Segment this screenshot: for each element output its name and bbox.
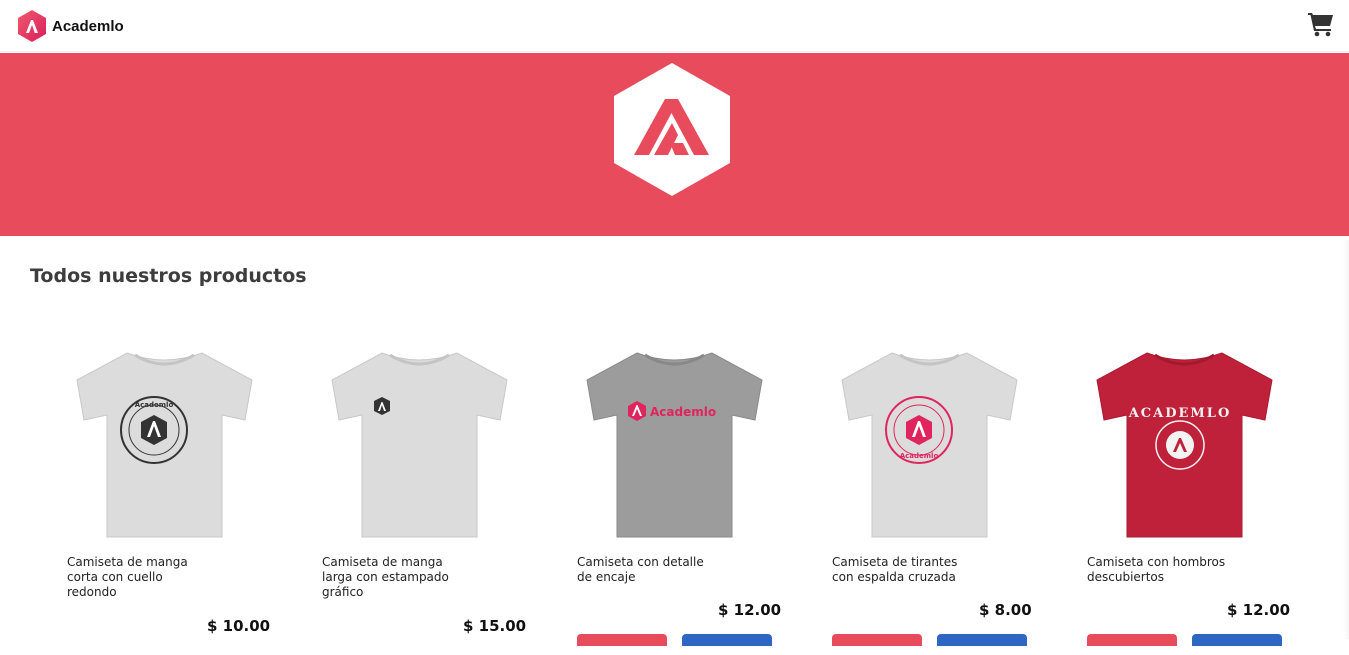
svg-text:Academlo: Academlo	[900, 452, 939, 460]
product-image[interactable]: Academlo	[577, 345, 772, 540]
product-price: $ 15.00	[463, 617, 527, 635]
product-name: Camiseta de tirantes con espalda cruzada	[832, 555, 958, 584]
brand-link[interactable]: Academlo	[18, 10, 124, 42]
product-price: $ 10.00	[207, 617, 271, 635]
svg-text:Academlo: Academlo	[135, 401, 174, 409]
product-card[interactable]: ACADEMLO Camiseta con hombros descubiert…	[1087, 335, 1302, 655]
product-card[interactable]: Academlo Camiseta de tirantes con espald…	[832, 335, 1047, 655]
section-title: Todos nuestros productos	[30, 265, 307, 287]
academlo-hexagon-logo-icon	[612, 63, 732, 196]
svg-text:Academlo: Academlo	[650, 405, 716, 419]
product-name: Camiseta con hombros descubiertos	[1087, 555, 1226, 584]
product-name: Camiseta de manga corta con cuello redon…	[67, 555, 188, 599]
view-details-button[interactable]	[937, 634, 1027, 646]
product-price: $ 12.00	[718, 601, 782, 619]
navbar: Academlo	[0, 0, 1349, 52]
product-name: Camiseta con detalle de encaje	[577, 555, 704, 584]
product-name: Camiseta de manga larga con estampado gr…	[322, 555, 449, 599]
svg-text:ACADEMLO: ACADEMLO	[1128, 406, 1232, 421]
product-price: $ 12.00	[1227, 601, 1291, 619]
product-price: $ 8.00	[979, 601, 1032, 619]
view-details-button[interactable]	[682, 634, 772, 646]
product-image[interactable]: ACADEMLO	[1087, 345, 1282, 540]
brand-name: Academlo	[52, 17, 124, 35]
add-to-cart-button[interactable]	[832, 634, 922, 646]
product-card[interactable]: Academlo Camiseta con detalle de encaje …	[577, 335, 792, 655]
academlo-logo-icon	[18, 10, 46, 42]
scroll-edge-shadow	[1343, 240, 1349, 639]
shopping-cart-icon[interactable]	[1307, 11, 1335, 37]
view-details-button[interactable]	[1192, 634, 1282, 646]
product-image[interactable]: Academlo	[832, 345, 1027, 540]
add-to-cart-button[interactable]	[577, 634, 667, 646]
hero-banner	[0, 53, 1349, 236]
add-to-cart-button[interactable]	[1087, 634, 1177, 646]
product-image[interactable]: Academlo	[67, 345, 262, 540]
product-image[interactable]	[322, 345, 517, 540]
product-card[interactable]: Academlo Camiseta de manga corta con cue…	[67, 335, 282, 655]
product-card[interactable]: Camiseta de manga larga con estampado gr…	[322, 335, 537, 655]
